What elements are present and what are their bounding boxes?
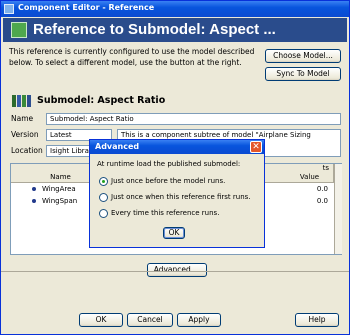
banner-title: Reference to Submodel: Aspect ... (33, 21, 276, 38)
table-scrollbar[interactable] (334, 164, 342, 254)
name-label: Name (11, 114, 34, 123)
choose-model-button[interactable]: Choose Model... (265, 49, 341, 63)
submodel-icon (12, 95, 34, 107)
radio-label: Just once when this reference first runs… (111, 193, 251, 201)
banner: Reference to Submodel: Aspect ... (3, 18, 347, 42)
ok-button[interactable]: OK (79, 313, 123, 327)
row-name: WingArea (42, 185, 76, 193)
advanced-dialog: Advanced ✕ At runtime load the published… (89, 139, 265, 248)
close-icon[interactable]: ✕ (250, 141, 262, 153)
radio-label: Just once before the model runs. (111, 177, 226, 185)
apply-button[interactable]: Apply (177, 313, 221, 327)
submodel-title: Submodel: Aspect Ratio (37, 95, 166, 106)
title-bar[interactable]: Component Editor - Reference (1, 1, 349, 17)
row-value: 0.0 (316, 185, 328, 193)
cancel-button[interactable]: Cancel (127, 313, 173, 327)
radio-once-before-run[interactable] (99, 177, 108, 186)
parameter-icon (32, 199, 36, 203)
dialog-ok-button[interactable]: OK (163, 227, 185, 239)
column-value[interactable]: Value (286, 173, 334, 182)
help-button[interactable]: Help (295, 313, 339, 327)
sync-to-model-button[interactable]: Sync To Model (265, 67, 341, 81)
reference-icon (11, 22, 27, 38)
separator (1, 271, 349, 272)
description-text: This reference is currently configured t… (9, 47, 255, 67)
radio-every-run[interactable] (99, 209, 108, 218)
window-title: Component Editor - Reference (18, 3, 155, 12)
dialog-prompt: At runtime load the published submodel: (97, 160, 241, 168)
location-label: Location (11, 146, 43, 155)
radio-once-first-run[interactable] (99, 193, 108, 202)
advanced-button[interactable]: Advanced ... (147, 263, 207, 277)
radio-label: Every time this reference runs. (111, 209, 220, 217)
dialog-title: Advanced (95, 142, 140, 151)
dialog-title-bar[interactable]: Advanced ✕ (90, 140, 264, 154)
component-editor-window: Component Editor - Reference Reference t… (0, 0, 350, 335)
row-value: 0.0 (316, 197, 328, 205)
version-label: Version (11, 130, 39, 139)
row-name: WingSpan (42, 197, 78, 205)
parameter-icon (32, 187, 36, 191)
app-icon (4, 4, 14, 14)
name-field[interactable]: Submodel: Aspect Ratio (46, 113, 341, 125)
